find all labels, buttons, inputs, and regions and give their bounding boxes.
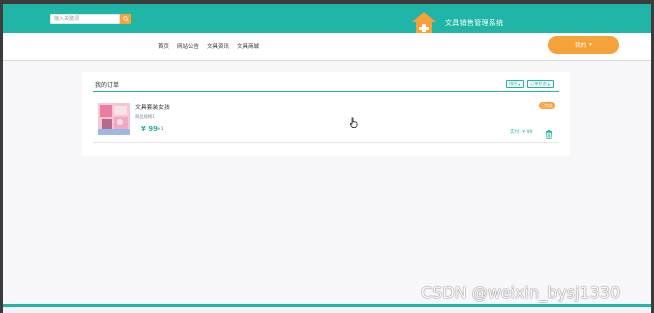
product-quantity: ×1 [157,127,164,132]
nav-link-home[interactable]: 首页 [158,42,169,50]
chevron-down-icon: ▾ [547,81,550,87]
watermark: CSDN @weixin_bysj1330 [421,283,621,302]
sort-label: 排序 [509,81,518,86]
status-filter-label: 订单状态 [530,81,547,86]
product-price: ¥ 99 [141,125,159,133]
search-icon [122,16,129,22]
nav-bar: 首页 网站公告 文具资讯 文具商城 我的 ▾ [3,33,651,61]
orders-card: 我的订单 排序 ▾ 订单状态 ▾ 文具套装女孩 商品规格1 ¥ 99 ×1 已完… [82,72,570,156]
product-image[interactable] [98,103,130,135]
nav-link-shop[interactable]: 文具商城 [237,42,259,50]
title-divider [93,91,559,92]
chevron-down-icon: ▾ [589,42,592,48]
chevron-down-icon: ▾ [518,81,521,87]
search-input[interactable] [50,14,120,24]
status-filter-dropdown[interactable]: 订单状态 ▾ [527,80,554,88]
sort-dropdown[interactable]: 排序 ▾ [506,80,524,88]
hand-cursor-icon [350,117,358,128]
page: 文具销售管理系统 首页 网站公告 文具资讯 文具商城 我的 ▾ 我的订单 排序 … [0,0,654,313]
user-menu-button[interactable]: 我的 ▾ [548,36,619,54]
nav-link-news[interactable]: 文具资讯 [207,42,229,50]
delete-order-button[interactable] [545,127,553,139]
trash-icon [546,130,552,139]
product-name[interactable]: 文具套装女孩 [135,102,170,111]
order-row-divider [93,142,559,143]
nav-link-notices[interactable]: 网站公告 [177,42,199,50]
nav-links: 首页 网站公告 文具资讯 文具商城 [158,42,259,50]
orders-title: 我的订单 [95,82,120,89]
product-spec: 商品规格1 [135,115,155,120]
site-title: 文具销售管理系统 [445,19,504,27]
top-bar: 文具销售管理系统 [3,4,651,34]
user-menu-label: 我的 [575,43,587,49]
footer-strip [3,307,651,313]
status-badge: 已完成 [539,102,555,109]
search-button[interactable] [120,14,131,24]
paid-amount: 实付: ¥ 99 [510,130,533,135]
